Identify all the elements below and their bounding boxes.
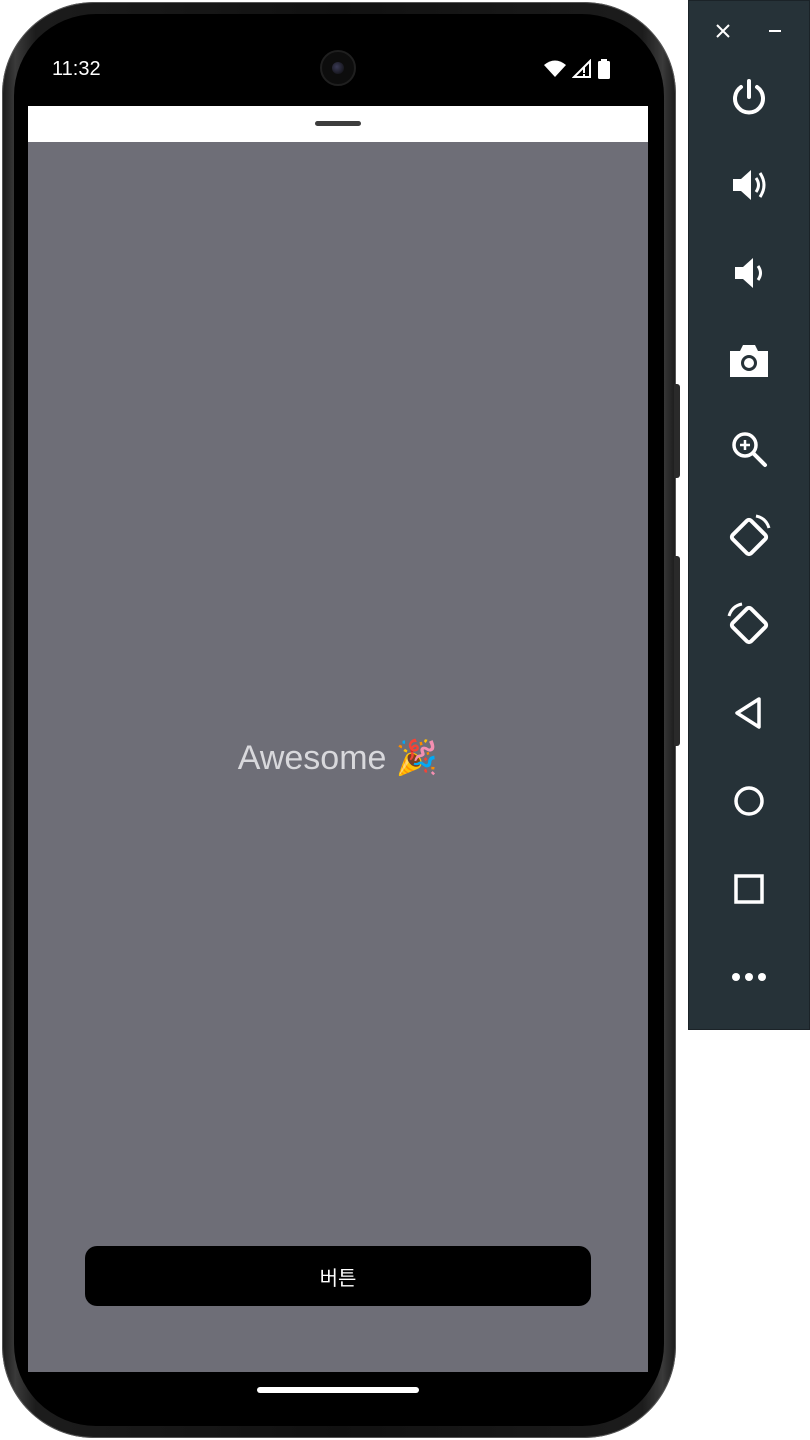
emulator-toolbar xyxy=(688,0,810,1030)
more-button[interactable] xyxy=(725,953,773,1001)
zoom-button[interactable] xyxy=(725,425,773,473)
sheet-header xyxy=(28,106,648,142)
home-indicator[interactable] xyxy=(257,1387,419,1393)
rotate-left-icon xyxy=(726,514,772,560)
headline-text: Awesome 🎉 xyxy=(237,739,439,777)
home-button[interactable] xyxy=(725,777,773,825)
rotate-right-icon xyxy=(726,602,772,648)
battery-icon xyxy=(598,59,610,79)
primary-button[interactable]: 버튼 xyxy=(85,1246,591,1306)
overview-button[interactable] xyxy=(725,865,773,913)
volume-down-button[interactable] xyxy=(725,249,773,297)
signal-icon xyxy=(572,59,592,79)
power-button[interactable] xyxy=(725,73,773,121)
wifi-icon xyxy=(544,60,566,78)
back-icon xyxy=(733,696,765,730)
back-button[interactable] xyxy=(725,689,773,737)
zoom-icon xyxy=(729,429,769,469)
close-icon[interactable] xyxy=(715,23,731,39)
volume-up-button[interactable] xyxy=(725,161,773,209)
volume-up-icon xyxy=(729,165,769,205)
overview-icon xyxy=(733,873,765,905)
status-time: 11:32 xyxy=(52,58,101,80)
drag-handle[interactable] xyxy=(315,121,361,126)
rotate-right-button[interactable] xyxy=(725,601,773,649)
volume-down-icon xyxy=(729,253,769,293)
device-side-button xyxy=(674,384,680,478)
device-volume-rocker xyxy=(674,556,680,746)
rotate-left-button[interactable] xyxy=(725,513,773,561)
screenshot-button[interactable] xyxy=(725,337,773,385)
home-icon xyxy=(733,785,765,817)
toolbar-window-controls xyxy=(689,15,810,47)
status-bar: 11:32 xyxy=(28,40,648,100)
front-camera xyxy=(320,50,356,86)
power-icon xyxy=(729,77,769,117)
more-icon xyxy=(731,972,767,982)
screen-content: Awesome 🎉 버튼 xyxy=(28,142,648,1372)
camera-icon xyxy=(728,343,770,379)
status-icons xyxy=(544,58,610,80)
minimize-icon[interactable] xyxy=(767,23,783,39)
